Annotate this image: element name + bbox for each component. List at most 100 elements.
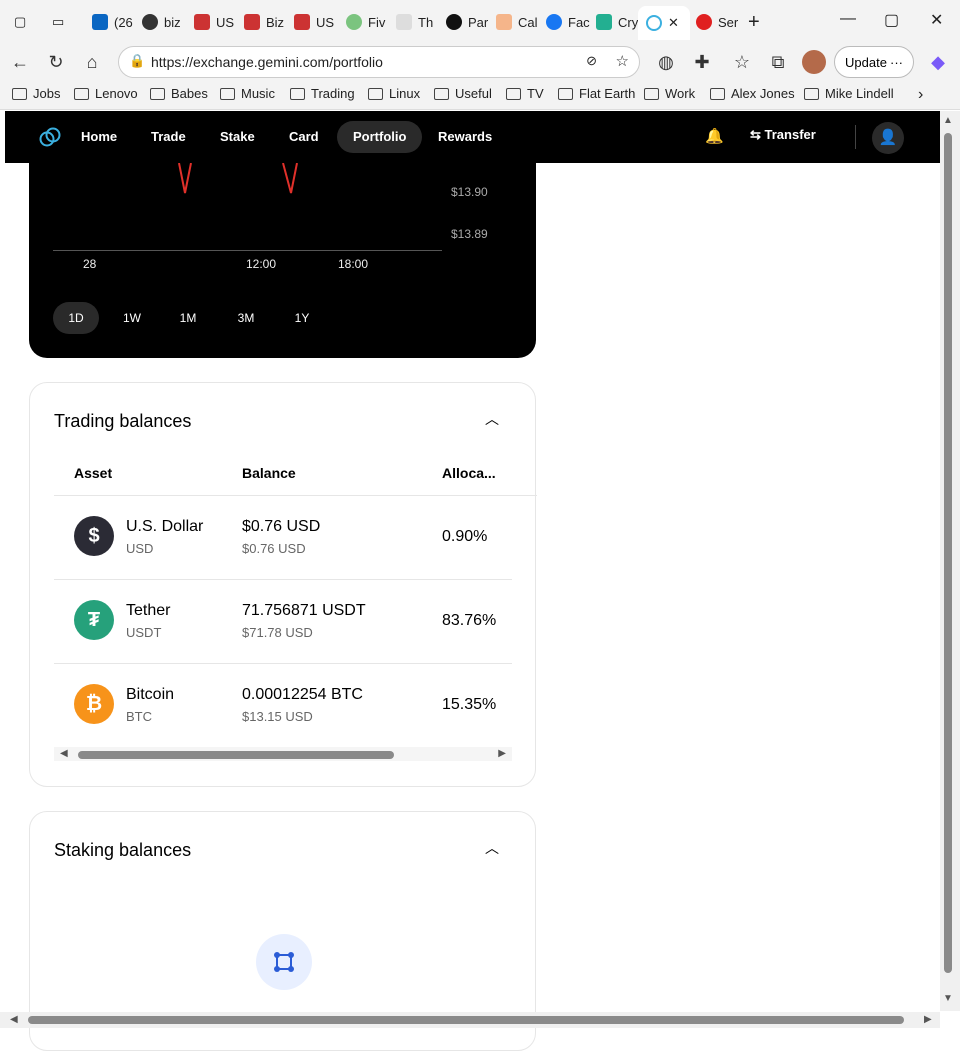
reload-icon[interactable]: ↻ — [44, 50, 68, 74]
tab-gemini-active[interactable]: ✕ — [638, 6, 690, 40]
column-header-asset[interactable]: Asset — [74, 465, 112, 481]
transfer-button[interactable]: ⇆ Transfer — [750, 127, 816, 143]
tab-us-1[interactable]: US — [194, 8, 234, 36]
minimize-icon[interactable]: — — [840, 10, 856, 28]
range-1d-button[interactable]: 1D — [53, 302, 99, 334]
vertical-scrollbar[interactable]: ▲ ▼ — [940, 111, 960, 1011]
bookmark-mike-lindell[interactable]: Mike Lindell — [804, 86, 894, 101]
user-icon[interactable]: 👤 — [872, 122, 904, 154]
scrollbar-thumb[interactable] — [28, 1016, 904, 1024]
more-icon[interactable]: ··· — [890, 55, 903, 70]
nav-card[interactable]: Card — [273, 121, 335, 153]
tab-bar: ▢ ▭ (26 biz US Biz US Fiv Th Par Cal Fac… — [0, 0, 960, 44]
bell-icon[interactable]: 🔔 — [705, 127, 724, 145]
new-tab-icon[interactable]: + — [748, 8, 760, 36]
back-icon[interactable]: ← — [8, 50, 32, 74]
scroll-down-icon[interactable]: ▼ — [943, 993, 953, 1004]
profile-avatar[interactable] — [802, 50, 826, 74]
scroll-left-icon[interactable]: ◀ — [60, 747, 68, 761]
transfer-arrows-icon: ⇆ — [750, 127, 765, 142]
bookmark-linux[interactable]: Linux — [368, 86, 420, 101]
close-icon[interactable]: ✕ — [668, 15, 679, 31]
copilot-icon[interactable]: ◆ — [926, 50, 950, 74]
maximize-icon[interactable]: ▢ — [884, 10, 899, 30]
bookmark-alex-jones[interactable]: Alex Jones — [710, 86, 795, 101]
asset-symbol: USD — [126, 541, 154, 556]
scrollbar-thumb[interactable] — [78, 751, 394, 759]
chevron-up-icon[interactable]: ︿ — [485, 409, 499, 429]
balance-amount: 0.00012254 BTC — [242, 686, 363, 703]
url-field[interactable]: 🔒 https://exchange.gemini.com/portfolio … — [118, 46, 640, 78]
favorites-icon[interactable]: ☆ — [730, 50, 754, 74]
tab-facebook[interactable]: Fac — [546, 8, 590, 36]
address-bar-row: ← ↻ ⌂ 🔒 https://exchange.gemini.com/port… — [0, 44, 960, 80]
tab-opera[interactable]: Ser — [696, 8, 738, 36]
bookmarks-bar: Jobs Lenovo Babes Music Trading Linux Us… — [0, 82, 960, 108]
nav-stake[interactable]: Stake — [204, 121, 271, 153]
tab-amazon[interactable]: Th — [396, 8, 433, 36]
bookmark-music[interactable]: Music — [220, 86, 275, 101]
tab-kucoin[interactable]: Cry — [596, 8, 638, 36]
favorite-star-icon[interactable]: ☆ — [616, 52, 629, 70]
folder-icon — [220, 87, 235, 100]
bookmark-babes[interactable]: Babes — [150, 86, 208, 101]
range-1w-button[interactable]: 1W — [117, 302, 147, 334]
tab-fiverr[interactable]: Fiv — [346, 8, 385, 36]
staking-icon — [256, 934, 312, 990]
nav-portfolio[interactable]: Portfolio — [337, 121, 423, 153]
nav-rewards[interactable]: Rewards — [422, 121, 508, 153]
tab-openai[interactable]: Par — [446, 8, 488, 36]
tab-github[interactable]: biz — [142, 8, 181, 36]
bookmark-tv[interactable]: TV — [506, 86, 544, 101]
tab-linkedin[interactable]: (26 — [92, 8, 133, 36]
table-row[interactable]: ₮ Tether USDT 71.756871 USDT $71.78 USD … — [54, 579, 512, 663]
column-header-allocation[interactable]: Alloca... — [442, 465, 496, 481]
home-icon[interactable]: ⌂ — [80, 50, 104, 74]
tab-biz[interactable]: Biz — [244, 8, 284, 36]
bookmark-work[interactable]: Work — [644, 86, 695, 101]
horizontal-page-scrollbar[interactable]: ◀ ▶ — [0, 1012, 940, 1028]
window-close-icon[interactable]: ✕ — [930, 10, 943, 30]
balance-amount: 71.756871 USDT — [242, 602, 366, 619]
gemini-logo-icon[interactable] — [39, 126, 61, 148]
site-info-icon[interactable]: 🔒 — [129, 53, 145, 69]
collections-icon[interactable]: ⧉ — [766, 50, 790, 74]
bookmark-useful[interactable]: Useful — [434, 86, 492, 101]
vertical-tabs-icon[interactable]: ▭ — [52, 8, 64, 36]
browser-chrome: ▢ ▭ (26 biz US Biz US Fiv Th Par Cal Fac… — [0, 0, 960, 110]
nav-trade[interactable]: Trade — [135, 121, 202, 153]
chevron-up-icon[interactable]: ︿ — [485, 838, 499, 858]
horizontal-scrollbar[interactable]: ◀ ▶ — [54, 747, 512, 761]
bitcoin-icon: ₿ — [74, 684, 114, 724]
extension-cookie-icon[interactable]: ◍ — [654, 50, 678, 74]
scroll-left-icon[interactable]: ◀ — [10, 1014, 18, 1025]
table-row[interactable]: ₿ Bitcoin BTC 0.00012254 BTC $13.15 USD … — [54, 663, 512, 747]
nav-home[interactable]: Home — [65, 121, 133, 153]
scrollbar-thumb[interactable] — [944, 133, 952, 973]
update-button[interactable]: Update ··· — [834, 46, 914, 78]
bookmark-jobs[interactable]: Jobs — [12, 86, 60, 101]
column-header-balance[interactable]: Balance — [242, 465, 296, 481]
y-tick-label: $13.89 — [451, 227, 488, 241]
extensions-icon[interactable]: ✚ — [690, 50, 714, 74]
tab-us-2[interactable]: US — [294, 8, 334, 36]
scroll-right-icon[interactable]: ▶ — [924, 1014, 932, 1025]
bookmark-flat-earth[interactable]: Flat Earth — [558, 86, 635, 101]
range-3m-button[interactable]: 3M — [231, 302, 261, 334]
folder-icon — [368, 87, 383, 100]
bookmark-lenovo[interactable]: Lenovo — [74, 86, 138, 101]
nodes-icon — [274, 952, 294, 972]
tether-icon: ₮ — [74, 600, 114, 640]
asset-name: Bitcoin — [126, 686, 175, 703]
scroll-right-icon[interactable]: ▶ — [498, 747, 506, 761]
tab-calendar[interactable]: Cal — [496, 8, 538, 36]
tracking-icon[interactable]: ⊘ — [586, 53, 597, 69]
chevron-right-icon[interactable]: › — [918, 86, 923, 104]
bookmark-trading[interactable]: Trading — [290, 86, 355, 101]
table-row[interactable]: $ U.S. Dollar USD $0.76 USD $0.76 USD 0.… — [54, 495, 512, 579]
range-1y-button[interactable]: 1Y — [287, 302, 317, 334]
range-1m-button[interactable]: 1M — [173, 302, 203, 334]
tab-actions-icon[interactable]: ▢ — [14, 8, 26, 36]
scroll-up-icon[interactable]: ▲ — [943, 115, 953, 126]
asset-symbol: USDT — [126, 625, 162, 640]
